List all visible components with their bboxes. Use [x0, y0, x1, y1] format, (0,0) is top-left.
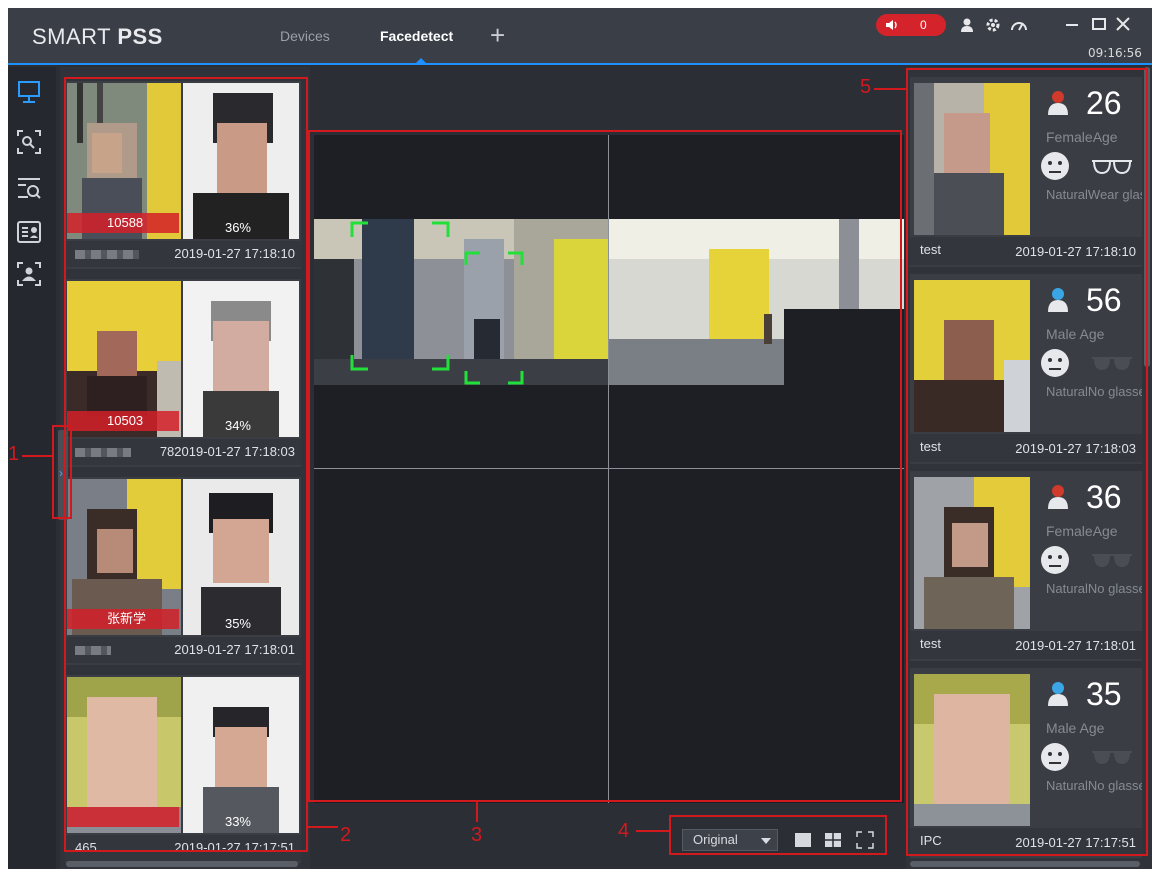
- annotation-box-2: [64, 77, 308, 852]
- maximize-icon[interactable]: [1090, 14, 1108, 34]
- annotation-label-1: 1: [8, 443, 20, 465]
- annotation-leader: [476, 802, 478, 822]
- annotation-leader: [636, 830, 670, 832]
- attribute-list-hscrollbar[interactable]: [910, 861, 1140, 867]
- speaker-icon: [886, 20, 897, 30]
- title-bar: SMART PSS Devices Facedetect + 0 09:16:5…: [8, 8, 1152, 65]
- app-title-bold: PSS: [117, 24, 163, 49]
- annotation-leader: [22, 455, 54, 457]
- close-icon[interactable]: [1114, 14, 1132, 34]
- app-title-regular: SMART: [32, 24, 118, 49]
- annotation-label-3: 3: [471, 824, 483, 846]
- capture-list-hscrollbar[interactable]: [66, 861, 298, 867]
- annotation-label-5: 5: [860, 76, 872, 98]
- tab-devices[interactable]: Devices: [280, 28, 330, 44]
- annotation-leader: [308, 826, 338, 828]
- search-icon[interactable]: [14, 173, 44, 203]
- annotation-label-4: 4: [618, 820, 630, 842]
- annotation-label-2: 2: [340, 824, 352, 846]
- user-icon[interactable]: [958, 16, 976, 34]
- annotation-box-3: [308, 130, 902, 802]
- face-search-icon[interactable]: [14, 127, 44, 157]
- add-tab-button[interactable]: +: [490, 22, 505, 48]
- face-library-icon[interactable]: [14, 259, 44, 289]
- annotation-box-4: [669, 815, 887, 855]
- alarm-count: 0: [920, 18, 927, 32]
- left-nav: [8, 67, 56, 869]
- tab-facedetect[interactable]: Facedetect: [380, 28, 453, 44]
- face-id-icon[interactable]: [14, 217, 44, 247]
- active-tab-indicator: [416, 58, 426, 63]
- minimize-icon[interactable]: [1064, 14, 1080, 34]
- annotation-box-5: [906, 68, 1148, 856]
- clock: 09:16:56: [1088, 46, 1142, 60]
- performance-icon[interactable]: [1010, 16, 1028, 34]
- alarm-button[interactable]: 0: [876, 14, 946, 36]
- annotation-leader: [874, 88, 906, 90]
- monitor-icon[interactable]: [14, 77, 44, 107]
- gear-icon[interactable]: [984, 16, 1002, 34]
- app-title: SMART PSS: [32, 24, 163, 50]
